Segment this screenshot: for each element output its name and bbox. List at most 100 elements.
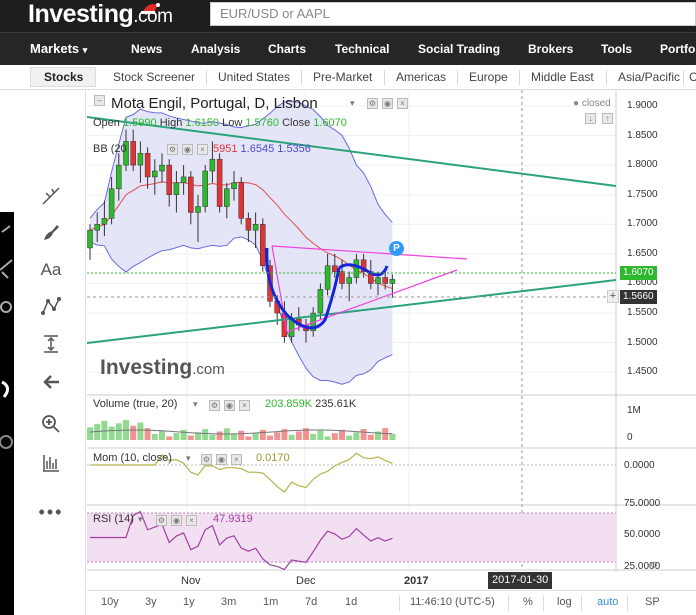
candle-body [180,176,187,184]
price-alert-marker[interactable]: P [389,241,404,256]
timeframe-7d[interactable]: 7d [305,591,317,615]
eye-icon[interactable]: ◉ [216,454,227,465]
add-icon[interactable]: + [607,290,619,303]
more-tools-icon[interactable]: ••• [36,498,66,526]
candle-body [332,265,338,272]
candle-body [252,224,259,231]
subnav-middle-east[interactable]: Middle East [531,65,594,90]
arrow-left-icon[interactable] [36,368,66,396]
close-icon[interactable]: × [186,515,197,526]
volume-panel [87,420,396,440]
subnav-americas[interactable]: Americas [396,65,446,90]
volume-bar [367,434,374,440]
volume-bar [331,433,338,440]
volume-bar [238,430,245,440]
subnav-europe[interactable]: Europe [469,65,508,90]
arrow-up-icon[interactable]: ↑ [602,113,613,124]
settings-icon[interactable]: ⚙ [201,454,212,465]
nav-analysis[interactable]: Analysis [191,33,240,66]
candle-body [209,158,216,172]
brush-tool-icon[interactable] [36,218,66,246]
percent-scale-toggle[interactable]: % [523,591,533,615]
measure-tool-icon[interactable] [36,330,66,358]
close-icon[interactable]: × [239,400,250,411]
chevron-down-icon[interactable]: ▾ [350,98,355,109]
crosshair-tool-icon[interactable] [36,182,66,210]
chevron-down-icon[interactable]: ▾ [193,399,198,410]
nav-tools[interactable]: Tools [601,33,632,66]
rsi-axis-50: 50.0000 [624,529,661,540]
crosshair-price-badge: 1.5660 [620,290,657,304]
text-tool-icon[interactable]: Aa [36,256,66,284]
nav-technical[interactable]: Technical [335,33,389,66]
pattern-tool-icon[interactable] [36,292,66,320]
subnav-united-states[interactable]: United States [218,65,290,90]
timeframe-10y[interactable]: 10y [101,591,119,615]
settings-icon[interactable]: ⚙ [367,98,378,109]
price-axis-tick: 1.5500 [627,307,658,319]
volume-bar [382,428,389,440]
candle-body [144,153,151,178]
candle-body [245,218,252,231]
subnav-ch[interactable]: Ch [689,65,696,90]
auto-scale-toggle[interactable]: auto [597,591,618,615]
volume-bar [130,425,137,440]
settings-icon[interactable]: ⚙ [650,560,658,571]
candle-body [94,224,100,231]
timeframe-1d[interactable]: 1d [345,591,357,615]
close-icon[interactable]: × [231,454,242,465]
indicator-tool-icon[interactable] [36,448,66,476]
nav-news[interactable]: News [131,33,162,66]
volume-bar [216,431,223,440]
search-input[interactable]: EUR/USD or AAPL [210,2,696,26]
eye-icon[interactable]: ◉ [171,515,182,526]
volume-bar [310,433,317,440]
log-scale-toggle[interactable]: log [557,591,572,615]
chevron-down-icon[interactable]: ▾ [138,514,143,525]
timeframe-1y[interactable]: 1y [183,591,195,615]
close-icon[interactable]: × [197,144,208,155]
overlay-fragments-icon [0,225,13,449]
nav-brokers[interactable]: Brokers [528,33,573,66]
investing-watermark: Investing.com [100,356,225,379]
nav-social-trading[interactable]: Social Trading [418,33,500,66]
crosshair-date-badge: 2017-01-30 [488,572,553,589]
eye-icon[interactable]: ◉ [182,144,193,155]
subnav-stock-screener[interactable]: Stock Screener [113,65,195,90]
volume-bar [159,430,165,440]
price-axis-tick: 1.6500 [627,247,658,259]
candle-body [375,277,381,284]
zoom-icon[interactable] [36,410,66,438]
price-axis-tick: 1.9000 [627,99,658,111]
candle-body [260,224,266,266]
eye-icon[interactable]: ◉ [382,98,393,109]
nav-markets[interactable]: Markets ▾ [30,33,87,66]
subnav-stocks[interactable]: Stocks [44,65,83,90]
timeframe-3y[interactable]: 3y [145,591,157,615]
subnav-pre-market[interactable]: Pre-Market [313,65,372,90]
bb-values: 5951 1.6545 1.5356 [213,143,311,155]
sp-toggle[interactable]: SP [645,591,660,615]
candle-body [152,170,158,178]
timeframe-3m[interactable]: 3m [221,591,236,615]
timeframe-1m[interactable]: 1m [263,591,278,615]
nav-charts[interactable]: Charts [268,33,306,66]
settings-icon[interactable]: ⚙ [209,400,220,411]
collapse-icon[interactable]: – [94,95,105,106]
candle-body [188,176,194,213]
settings-icon[interactable]: ⚙ [156,515,167,526]
arrow-down-icon[interactable]: ↓ [585,113,596,124]
volume-bar [137,422,144,440]
price-axis-tick: 1.7000 [627,218,658,230]
current-price-badge: 1.6070 [620,266,657,280]
investing-logo[interactable]: Investing .com [28,0,173,29]
eye-icon[interactable]: ◉ [224,400,235,411]
chevron-down-icon[interactable]: ▾ [186,453,191,464]
candle-body [195,206,201,213]
nav-portfolio[interactable]: Portfo [660,33,695,66]
candle-body [87,229,93,249]
close-icon[interactable]: × [397,98,408,109]
subnav-asia-pacific[interactable]: Asia/Pacific [618,65,680,90]
candle-body [202,170,208,207]
settings-icon[interactable]: ⚙ [167,144,178,155]
